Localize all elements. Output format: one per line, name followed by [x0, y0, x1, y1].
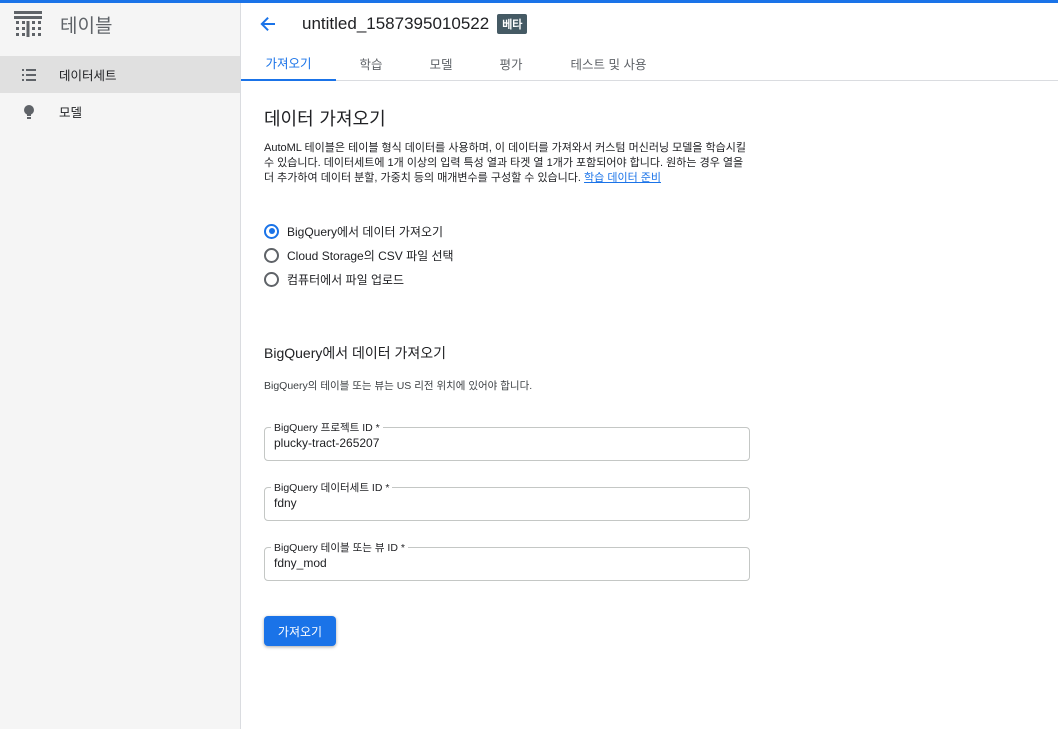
field-label: BigQuery 프로젝트 ID *	[271, 420, 383, 435]
tab-models[interactable]: 모델	[406, 45, 476, 81]
sidebar-item-datasets[interactable]: 데이터세트	[0, 56, 240, 93]
lightbulb-icon	[21, 104, 37, 120]
radio-bigquery[interactable]: BigQuery에서 데이터 가져오기	[264, 219, 1058, 243]
field-label: BigQuery 테이블 또는 뷰 ID *	[271, 540, 408, 555]
import-source-radio-group: BigQuery에서 데이터 가져오기 Cloud Storage의 CSV 파…	[264, 219, 1058, 291]
beta-badge: 베타	[497, 14, 528, 34]
sidebar-item-models[interactable]: 모델	[0, 93, 240, 130]
radio-button-checked-icon	[264, 223, 279, 239]
tab-bar: 가져오기 학습 모델 평가 테스트 및 사용	[241, 45, 1058, 81]
product-title: 테이블	[60, 14, 113, 37]
bigquery-table-id-field[interactable]: BigQuery 테이블 또는 뷰 ID *	[264, 540, 750, 581]
tab-import[interactable]: 가져오기	[241, 45, 336, 81]
list-icon	[21, 67, 37, 83]
import-button[interactable]: 가져오기	[264, 616, 336, 646]
sidebar-item-label: 모델	[59, 106, 83, 120]
back-arrow-icon[interactable]	[258, 14, 278, 34]
sidebar: 테이블 데이터세트 모델	[0, 3, 241, 729]
bigquery-project-id-field[interactable]: BigQuery 프로젝트 ID *	[264, 420, 750, 461]
tables-logo-icon	[14, 11, 42, 37]
bigquery-heading: BigQuery에서 데이터 가져오기	[264, 345, 447, 361]
radio-cloud-storage-csv[interactable]: Cloud Storage의 CSV 파일 선택	[264, 243, 1058, 267]
bigquery-table-id-input[interactable]	[274, 556, 734, 570]
sidebar-item-label: 데이터세트	[59, 69, 117, 83]
description-text: AutoML 테이블은 테이블 형식 데이터를 사용하며, 이 데이터를 가져와…	[264, 142, 747, 184]
radio-button-unchecked-icon	[264, 247, 279, 263]
radio-label: BigQuery에서 데이터 가져오기	[287, 224, 444, 239]
prepare-training-data-link[interactable]: 학습 데이터 준비	[584, 172, 661, 184]
section-description: AutoML 테이블은 테이블 형식 데이터를 사용하며, 이 데이터를 가져와…	[264, 141, 754, 186]
page-header: untitled_1587395010522 베타	[241, 3, 1058, 45]
radio-label: 컴퓨터에서 파일 업로드	[287, 272, 405, 287]
sidebar-header: 테이블	[0, 3, 240, 45]
radio-upload-from-computer[interactable]: 컴퓨터에서 파일 업로드	[264, 267, 1058, 291]
import-content: 데이터 가져오기 AutoML 테이블은 테이블 형식 데이터를 사용하며, 이…	[241, 105, 1058, 646]
tab-test-and-use[interactable]: 테스트 및 사용	[546, 45, 671, 81]
main-area: untitled_1587395010522 베타 가져오기 학습 모델 평가 …	[241, 3, 1058, 729]
bigquery-dataset-id-field[interactable]: BigQuery 데이터세트 ID *	[264, 480, 750, 521]
section-heading: 데이터 가져오기	[264, 109, 386, 130]
page-title: untitled_1587395010522	[302, 14, 490, 33]
bigquery-dataset-id-input[interactable]	[274, 496, 734, 510]
tab-train[interactable]: 학습	[336, 45, 406, 81]
radio-button-unchecked-icon	[264, 271, 279, 287]
tab-evaluate[interactable]: 평가	[476, 45, 546, 81]
bigquery-region-note: BigQuery의 테이블 또는 뷰는 US 리전 위치에 있어야 합니다.	[264, 380, 533, 392]
field-label: BigQuery 데이터세트 ID *	[271, 480, 393, 495]
radio-label: Cloud Storage의 CSV 파일 선택	[287, 248, 454, 263]
bigquery-project-id-input[interactable]	[274, 436, 734, 450]
